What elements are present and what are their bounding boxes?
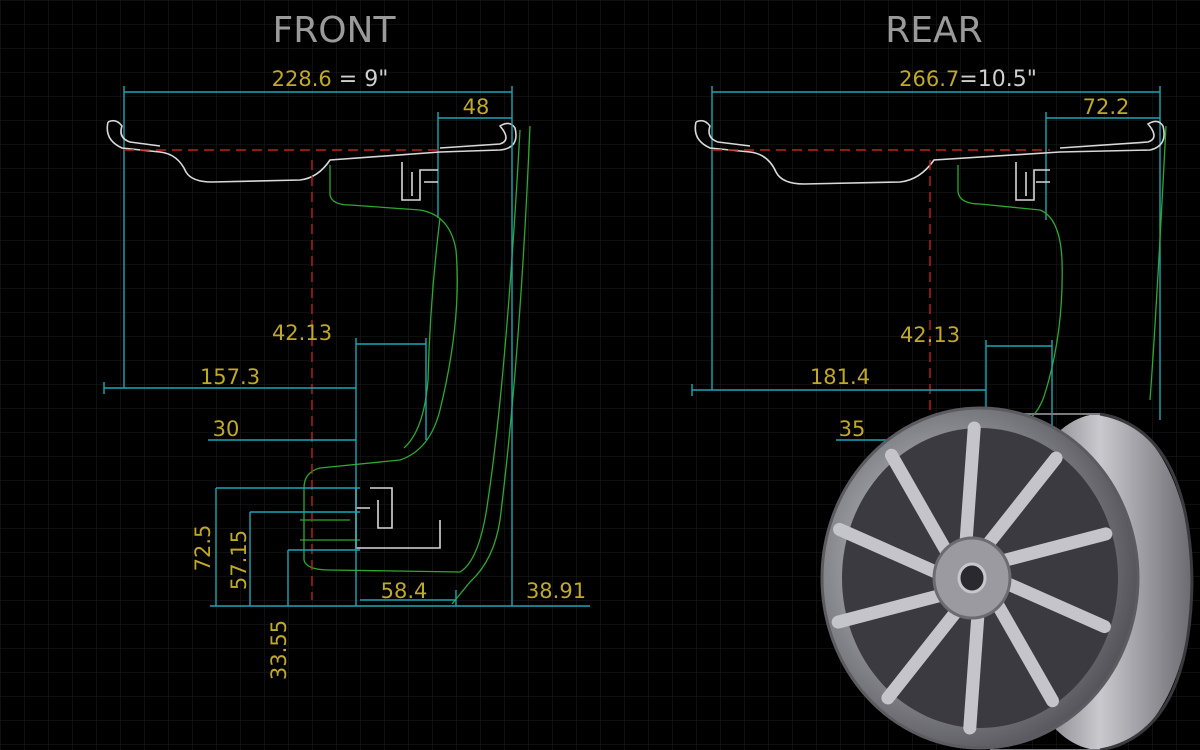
wheel-spoke xyxy=(963,608,985,735)
front-width-label: 228.6 = 9" xyxy=(272,67,389,92)
cad-drawing: FRONT 228.6 = 9" 48 42.13 157.3 30 72.5 … xyxy=(0,0,1200,750)
front-dim-33: 33.55 xyxy=(267,620,291,680)
rear-dim-flange: 72.2 xyxy=(1083,95,1130,119)
rear-width-label: 266.7=10.5" xyxy=(899,67,1037,92)
front-dim-38: 38.91 xyxy=(526,579,586,603)
rear-width-in: =10.5" xyxy=(959,67,1037,92)
front-dim-30: 30 xyxy=(213,417,240,441)
rear-dim-35: 35 xyxy=(839,417,866,441)
rear-title: REAR xyxy=(885,10,982,51)
rear-dim-181: 181.4 xyxy=(810,365,870,389)
wheel-spoke xyxy=(959,421,981,548)
front-title: FRONT xyxy=(273,10,397,51)
front-width-in: = 9" xyxy=(332,67,389,92)
rear-width-mm: 266.7 xyxy=(899,67,959,91)
front-width-mm: 228.6 xyxy=(272,67,332,91)
front-dim-57: 57.15 xyxy=(227,530,251,590)
front-dim-42: 42.13 xyxy=(272,321,332,345)
front-dim-72: 72.5 xyxy=(191,525,215,572)
front-dim-flange: 48 xyxy=(463,95,490,119)
front-dim-58: 58.4 xyxy=(381,579,428,603)
front-dim-157: 157.3 xyxy=(200,365,260,389)
rear-dim-42: 42.13 xyxy=(900,323,960,347)
drawing-canvas: FRONT 228.6 = 9" 48 42.13 157.3 30 72.5 … xyxy=(0,0,1200,750)
wheel-center-bore xyxy=(957,562,987,594)
wheel-render-image xyxy=(820,406,1194,750)
